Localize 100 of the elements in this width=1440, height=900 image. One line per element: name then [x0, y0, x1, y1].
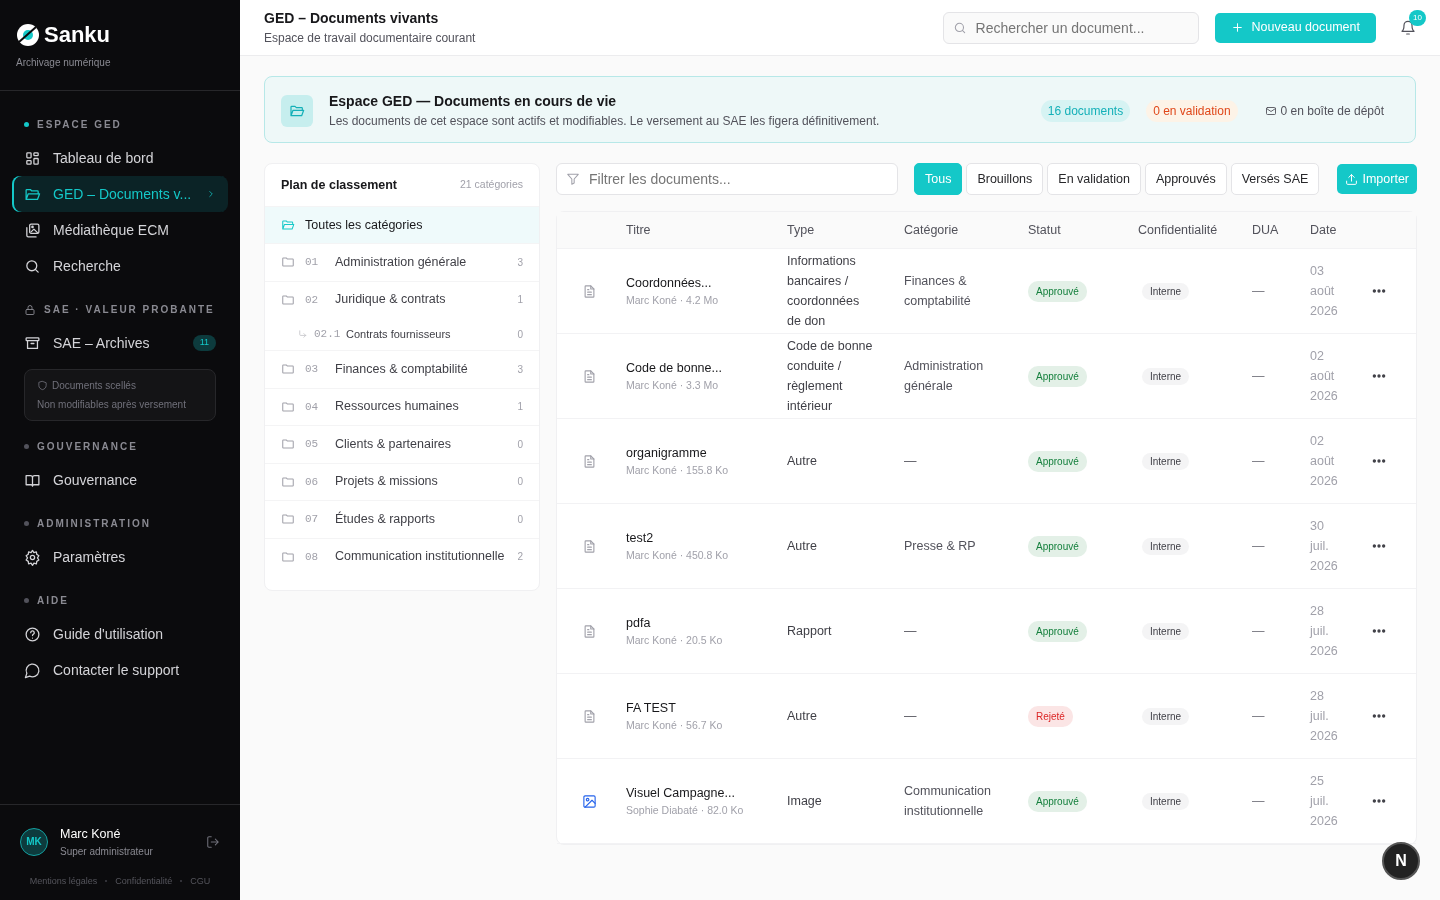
search-icon [24, 257, 41, 275]
table-cell: — [1252, 369, 1265, 383]
table-cell: — [1252, 539, 1265, 553]
table-cell-text: Rapport [787, 623, 833, 640]
section-title: AIDE [37, 594, 69, 608]
category-item[interactable]: 05 Clients & partenaires 0 [265, 425, 539, 463]
date-cell-text: 25 juil. 2026 [1310, 773, 1339, 830]
nav-item[interactable]: Gouvernance [12, 462, 228, 498]
section-dot [24, 521, 29, 526]
folder-icon [281, 399, 295, 414]
confidentiality-badge: Interne [1142, 283, 1190, 301]
help-icon [24, 625, 41, 643]
stat-badge: 0 en validation [1146, 99, 1238, 122]
document-icon [582, 283, 597, 299]
document-title[interactable]: Code de bonne... [626, 358, 783, 378]
status-badge: Approuvé [1028, 280, 1087, 302]
nav-item[interactable]: GED – Documents v... [12, 176, 228, 212]
note-text: Non modifiables après versement [37, 399, 186, 410]
date-cell-text: 28 juil. 2026 [1310, 688, 1339, 745]
category-item[interactable]: 02 Juridique & contrats 1 [265, 280, 539, 318]
section-title: SAE · VALEUR PROBANTE [44, 303, 215, 317]
confidentiality-badge: Interne [1142, 453, 1190, 471]
logout-button[interactable] [206, 834, 220, 849]
nav-item[interactable]: Contacter le support [12, 652, 228, 688]
bell-icon [1400, 19, 1416, 36]
status-badge: Rejeté [1028, 705, 1073, 727]
column-header: Titre [626, 222, 651, 237]
subitem-arrow-icon [297, 328, 308, 340]
section-title: GOUVERNANCE [37, 440, 138, 454]
document-icon [582, 453, 597, 469]
archive-icon [24, 334, 41, 352]
section-title: ADMINISTRATION [37, 517, 151, 531]
nav-item[interactable]: SAE – Archives 11 [12, 325, 228, 361]
category-item[interactable]: 08 Communication institutionnelle 2 [265, 537, 539, 575]
category-item[interactable]: 04 Ressources humaines 1 [265, 387, 539, 425]
brand-tagline: Archivage numérique [16, 57, 111, 68]
table-cell-text: Presse & RP [904, 538, 977, 555]
category-item[interactable]: Toutes les catégories [265, 206, 539, 243]
column-header: Type [787, 222, 815, 237]
table-cell-text: — [904, 708, 918, 725]
nav-item[interactable]: Guide d'utilisation [12, 616, 228, 652]
nav-item[interactable]: Recherche [12, 248, 228, 284]
document-title[interactable]: Coordonnées... [626, 273, 783, 293]
folder-icon [281, 255, 295, 270]
filter-tab[interactable]: Brouillons [966, 163, 1044, 195]
search-field[interactable]: Rechercher un document... [942, 11, 1199, 44]
table-cell-text: — [904, 453, 918, 470]
table-cell: — [1252, 794, 1265, 808]
filter-field[interactable]: Filtrer les documents... [556, 163, 898, 195]
table-cell: — [1252, 709, 1265, 723]
search-icon [952, 20, 967, 35]
document-meta: Marc Koné · 3.3 Mo [626, 377, 720, 393]
folder-icon [281, 474, 295, 489]
filter-icon [566, 172, 580, 186]
nav-item[interactable]: Médiathèque ECM [12, 212, 228, 248]
chat-icon [24, 661, 41, 679]
table-cell: — [1252, 624, 1265, 638]
table-cell-text: — [904, 623, 918, 640]
category-item[interactable]: 07 Études & rapports 0 [265, 500, 539, 538]
filter-tab[interactable]: Approuvés [1144, 163, 1227, 195]
lock-icon [24, 303, 36, 316]
category-item[interactable]: 06 Projets & missions 0 [265, 462, 539, 500]
status-badge: Approuvé [1028, 620, 1087, 642]
page-subtitle: Espace de travail documentaire courant [264, 30, 476, 47]
subcategory-item[interactable]: 02.1 Contrats fournisseurs 0 [265, 318, 539, 350]
document-meta: Marc Koné · 450.8 Ko [626, 547, 730, 563]
table-cell-text: Image [787, 793, 823, 810]
nav-item[interactable]: Paramètres [12, 539, 228, 575]
category-item[interactable]: 01 Administration générale 3 [265, 243, 539, 281]
stat-label: 0 en boîte de dépôt [1280, 102, 1384, 120]
date-cell-text: 30 juil. 2026 [1310, 518, 1339, 575]
filter-tab[interactable]: Versés SAE [1230, 163, 1320, 195]
user-name: Marc Koné [60, 825, 122, 843]
date-cell-text: 02 août 2026 [1310, 433, 1339, 490]
document-title[interactable]: Visuel Campagne... [626, 783, 783, 803]
folder-icon [281, 549, 295, 564]
document-meta: Marc Koné · 155.8 Ko [626, 462, 730, 478]
mail-icon [1264, 104, 1277, 117]
category-item[interactable]: 03 Finances & comptabilité 3 [265, 350, 539, 388]
dev-tools-button[interactable]: N [1382, 842, 1420, 880]
document-title[interactable]: test2 [626, 528, 783, 548]
document-title[interactable]: pdfa [626, 613, 783, 633]
notifications-button[interactable] [1400, 19, 1416, 36]
table-cell-text: Code de bonne conduite / règlement intérieur [787, 338, 873, 415]
folder-icon [281, 437, 295, 452]
category-count: 21 catégories [459, 177, 523, 193]
document-meta: Sophie Diabaté · 82.0 Ko [626, 802, 745, 818]
table-cell-text: Autre [787, 538, 818, 555]
document-icon [582, 368, 597, 384]
folder-icon [281, 218, 295, 232]
nav-item[interactable]: Tableau de bord [12, 140, 228, 176]
date-cell-text: 28 juil. 2026 [1310, 603, 1339, 660]
table-cell-text: Communication institutionnelle [904, 783, 992, 820]
filter-tab[interactable]: En validation [1047, 163, 1141, 195]
user-role: Super administrateur [60, 844, 153, 859]
table-cell-text: Informations bancaires / coordonnées de don [787, 253, 861, 330]
document-title[interactable]: organigramme [626, 443, 783, 463]
folder-icon [281, 292, 295, 307]
document-title[interactable]: FA TEST [626, 698, 783, 718]
column-header: Date [1310, 222, 1337, 237]
